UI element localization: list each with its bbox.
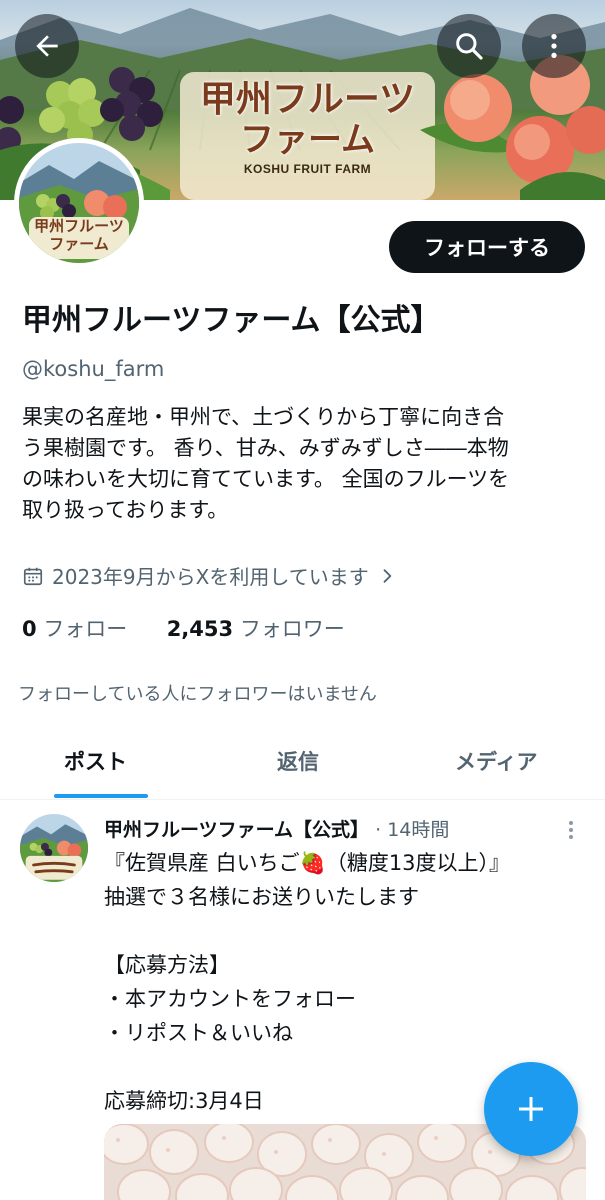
joined-date-row[interactable]: 2023年9月からXを利用しています xyxy=(22,561,397,590)
avatar-logo-line1: 甲州フルーツ xyxy=(34,217,124,235)
post-more-button[interactable] xyxy=(562,818,580,846)
post-author-avatar[interactable] xyxy=(20,814,88,882)
joined-date-text: 2023年9月からXを利用しています xyxy=(52,565,369,589)
search-icon xyxy=(456,33,483,60)
banner-logo: 甲州フルーツ ファーム KOSHU FRUIT FARM xyxy=(190,78,425,176)
banner-title-line2: ファーム xyxy=(240,120,375,160)
profile-tabs: ポスト 返信 メディア xyxy=(0,730,605,800)
profile-display-name: 甲州フルーツファーム【公式】 xyxy=(22,303,441,338)
avatar-logo xyxy=(20,814,88,882)
followers-label: フォロワー xyxy=(239,617,345,641)
bio-line: 取り扱っております。 xyxy=(22,498,229,522)
post-timestamp[interactable]: · 14時間 xyxy=(375,819,449,841)
search-button[interactable] xyxy=(437,14,501,78)
banner-subtitle: KOSHU FRUIT FARM xyxy=(243,162,372,176)
post-line: ・本アカウントをフォロー xyxy=(104,987,356,1011)
profile-handle: @koshu_farm xyxy=(22,357,165,381)
arrow-left-icon xyxy=(36,35,58,57)
banner-title-line1: 甲州フルーツ xyxy=(199,78,416,120)
following-count: 0 xyxy=(22,617,37,641)
compose-button[interactable] xyxy=(484,1062,578,1156)
bio-line: 果実の名産地・甲州で、土づくりから丁寧に向き合 xyxy=(22,405,505,429)
more-button[interactable] xyxy=(522,14,586,78)
tab-media[interactable]: メディア xyxy=(455,746,538,776)
bio-line: の味わいを大切に育てています。 全国のフルーツを xyxy=(22,467,510,491)
post-line: 【応募方法】 xyxy=(104,953,230,977)
avatar-image: 甲州フルーツ ファーム xyxy=(19,143,139,263)
follow-button[interactable]: フォローする xyxy=(389,221,585,273)
following-label: フォロー xyxy=(43,617,128,641)
back-button[interactable] xyxy=(15,14,79,78)
chevron-right-icon xyxy=(383,568,391,583)
post-line: ・リポスト＆いいね xyxy=(104,1021,293,1045)
tab-replies[interactable]: 返信 xyxy=(277,746,319,776)
plus-icon xyxy=(519,1097,543,1121)
avatar-logo-line2: ファーム xyxy=(49,235,109,253)
post-line: 『佐賀県産 白いちご🍓（糖度13度以上）』 xyxy=(104,851,511,875)
post-header: 甲州フルーツファーム【公式】 · 14時間 xyxy=(104,815,449,842)
mutual-followers-note: フォローしている人にフォロワーはいません xyxy=(18,684,377,705)
more-vertical-icon xyxy=(551,34,557,58)
bio-line: う果樹園です。 香り、甘み、みずみずしさ――本物 xyxy=(22,436,509,460)
more-vertical-icon xyxy=(569,821,573,839)
active-tab-indicator xyxy=(54,794,148,798)
post-author-name[interactable]: 甲州フルーツファーム【公式】 xyxy=(104,819,369,841)
post-line xyxy=(104,914,589,948)
profile-bio: 果実の名産地・甲州で、土づくりから丁寧に向き合 う果樹園です。 香り、甘み、みず… xyxy=(22,402,592,526)
following-link[interactable]: 0 フォロー xyxy=(22,617,127,641)
profile-avatar[interactable]: 甲州フルーツ ファーム xyxy=(14,138,144,268)
calendar-icon xyxy=(23,567,43,585)
post-line: 抽選で３名様にお送りいたします xyxy=(104,885,419,909)
followers-count: 2,453 xyxy=(166,617,234,641)
follow-stats: 0 フォロー 2,453 フォロワー xyxy=(22,613,345,643)
tab-posts[interactable]: ポスト xyxy=(64,746,127,776)
followers-link[interactable]: 2,453 フォロワー xyxy=(167,617,345,641)
